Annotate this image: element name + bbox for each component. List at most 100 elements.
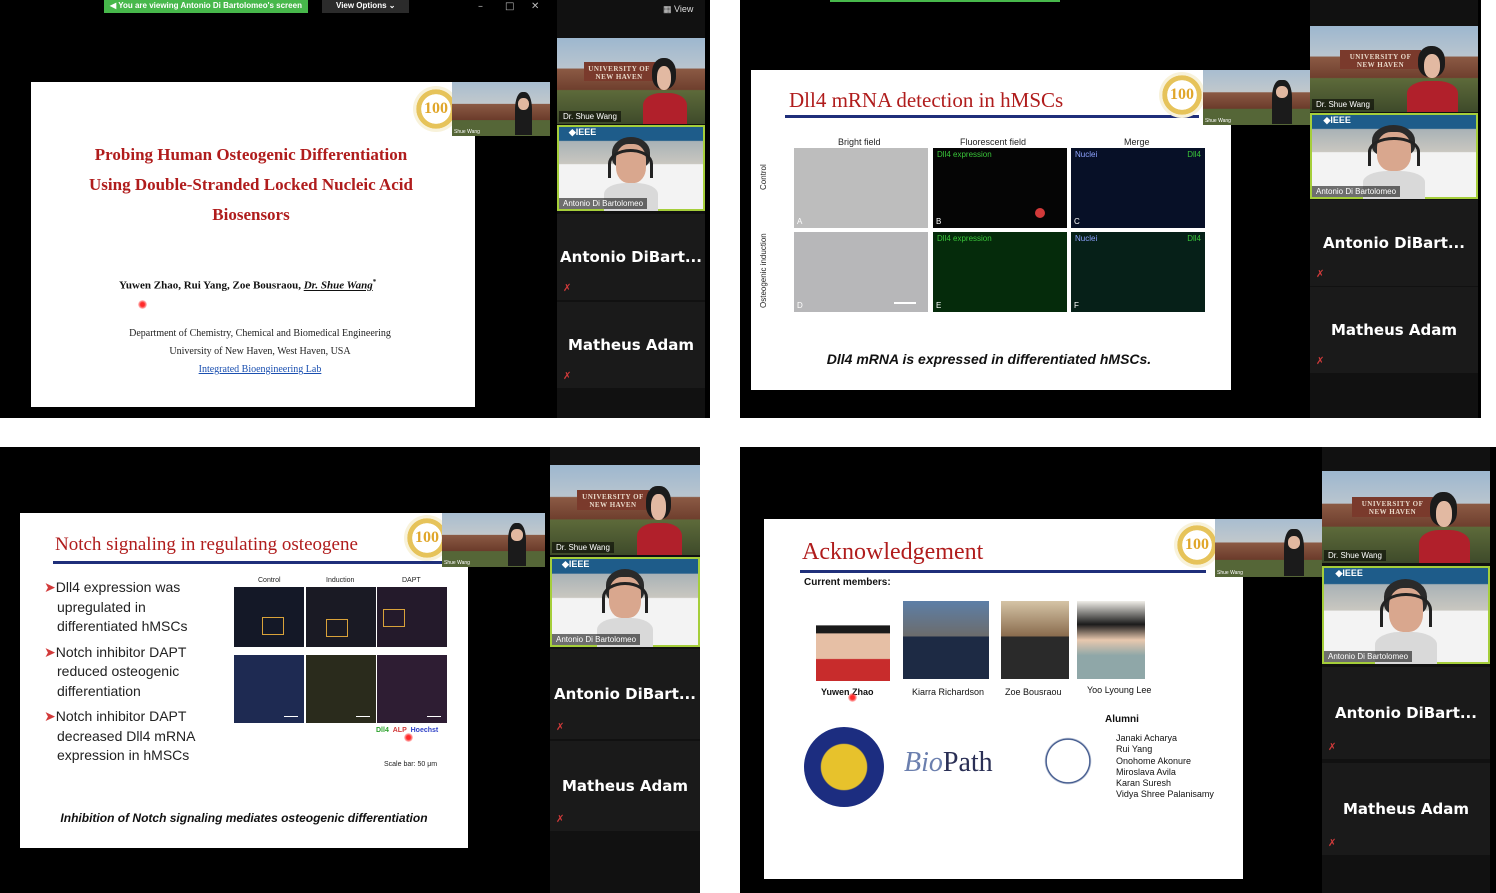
participant-name: Antonio DiBart... (1335, 704, 1477, 722)
shared-slide: 100 Probing Human Osteogenic Differentia… (31, 82, 475, 407)
microphone-muted-icon: ✗ (556, 814, 565, 825)
participant-tile-antonio-name[interactable]: Antonio DiBart... ✗ (1322, 667, 1490, 759)
alumni-name: Onohome Akonure (1116, 755, 1192, 766)
participant-name: Dr. Shue Wang (552, 542, 614, 553)
participant-name: Dr. Shue Wang (1324, 550, 1386, 561)
alumni-name: Rui Yang (1116, 744, 1153, 755)
participant-video-shue-wang[interactable]: UNIVERSITY OF NEW HAVEN Dr. Shue Wang (1310, 26, 1478, 112)
presenter-pip-video: Shue Wang (442, 513, 545, 567)
quadrant-2: Dll4 mRNA detection in hMSCs 100 Bright … (740, 0, 1481, 418)
participant-name: Antonio DiBart... (560, 248, 702, 266)
micrograph-control-low (234, 587, 304, 647)
participant-video-antonio[interactable]: ◆IEEE Antonio Di Bartolomeo (550, 557, 700, 647)
legend-dll4: Dll4 (376, 727, 389, 734)
participant-video-antonio[interactable]: ◆IEEE Antonio Di Bartolomeo (1310, 113, 1478, 199)
participant-video-shue-wang[interactable]: UNIVERSITY OF NEW HAVEN Dr. Shue Wang (1322, 471, 1490, 563)
member-name: Zoe Bousraou (1005, 687, 1062, 697)
member-photo (903, 601, 989, 679)
view-options-button[interactable]: View Options ⌄ (322, 0, 410, 13)
participant-tile-matheus[interactable]: Matheus Adam ✗ (1322, 763, 1490, 855)
participant-name: Matheus Adam (1343, 800, 1469, 818)
micrograph-a: A (794, 148, 928, 228)
member-name: Kiarra Richardson (912, 687, 985, 697)
participant-name: Matheus Adam (568, 336, 694, 354)
bullet-arrow-icon: ➤ (44, 643, 56, 660)
corresponding-mark: * (372, 278, 377, 286)
col-header-bright: Bright field (838, 137, 881, 147)
img-header-induction: Induction (326, 577, 355, 584)
participant-video-antonio[interactable]: ◆IEEE Antonio Di Bartolomeo (557, 125, 705, 211)
legend-alp: ALP (392, 727, 407, 734)
participant-tile-matheus[interactable]: Matheus Adam ✗ (1310, 287, 1478, 373)
participant-video-antonio[interactable]: ◆IEEE Antonio Di Bartolomeo (1322, 566, 1490, 664)
panel-letter: B (936, 217, 942, 226)
close-icon[interactable]: ✕ (531, 1, 539, 12)
alumni-name: Janaki Acharya (1116, 733, 1178, 743)
slide-title: Acknowledgement (802, 539, 984, 565)
biopath-bio: Bio (904, 747, 943, 778)
participant-name: Dr. Shue Wang (559, 111, 621, 122)
row-label-induction: Osteogenic induction (759, 233, 768, 308)
participant-name: Matheus Adam (562, 777, 688, 795)
microphone-muted-icon: ✗ (1328, 742, 1337, 753)
alumni-label: Alumni (1105, 714, 1139, 725)
video-gallery: UNIVERSITY OF NEW HAVEN Dr. Shue Wang ◆IE… (550, 447, 700, 893)
participant-name: Antonio Di Bartolomeo (1324, 651, 1413, 662)
pip-name: Shue Wang (444, 560, 470, 566)
bullet-line: expression in hMSCs (57, 747, 190, 763)
participant-video-shue-wang[interactable]: UNIVERSITY OF NEW HAVEN Dr. Shue Wang (550, 465, 700, 555)
affiliation-department: Department of Chemistry, Chemical and Bi… (129, 328, 391, 339)
pip-name: Shue Wang (454, 129, 480, 135)
micrograph-f: Nuclei Dll4 F (1071, 232, 1205, 312)
participant-name: Antonio Di Bartolomeo (552, 634, 641, 645)
panel-letter: D (797, 301, 803, 310)
authors-list: Yuwen Zhao, Rui Yang, Zoe Bousraou, (119, 279, 304, 292)
microphone-muted-icon: ✗ (1328, 838, 1337, 849)
bullet-line: upregulated in (57, 598, 146, 615)
micrograph-e: Dll4 expression E (933, 232, 1067, 312)
title-rule (785, 115, 1199, 118)
bullet-line: reduced osteogenic (57, 663, 180, 679)
slide-caption: Inhibition of Notch signaling mediates o… (60, 811, 428, 825)
micrograph-d: D (794, 232, 928, 312)
title-line-1: Probing Human Osteogenic Differentiation (94, 145, 408, 164)
participant-tile-antonio-name[interactable]: Antonio DiBart... ✗ (557, 214, 705, 300)
member-photo (1077, 601, 1145, 679)
alumni-list: Janaki Acharya Rui Yang Onohome Akonure … (1116, 733, 1214, 801)
participant-tile-antonio-name[interactable]: Antonio DiBart... ✗ (550, 649, 700, 739)
participant-video-shue-wang[interactable]: UNIVERSITY OF NEW HAVEN Dr. Shue Wang (557, 38, 705, 124)
minimize-icon[interactable]: – (478, 1, 483, 12)
lab-link[interactable]: Integrated Bioengineering Lab (31, 361, 475, 379)
slide-title: Notch signaling in regulating osteogene (55, 534, 358, 555)
participant-tile-matheus[interactable]: Matheus Adam ✗ (550, 741, 700, 831)
panel-letter: C (1074, 217, 1080, 226)
screen-share-banner (830, 0, 1060, 2)
bullet-arrow-icon: ➤ (44, 579, 56, 595)
bullet-line: differentiation (57, 682, 141, 699)
participant-name: Antonio DiBart... (1323, 234, 1465, 252)
corresponding-author[interactable]: Dr. Shue Wang (304, 280, 373, 292)
red-marker (1035, 208, 1045, 218)
screen-share-banner[interactable]: ◀ You are viewing Antonio Di Bartolomeo'… (104, 0, 308, 13)
participant-tile-antonio-name[interactable]: Antonio DiBart... ✗ (1310, 200, 1478, 286)
current-members-label: Current members: (804, 577, 891, 588)
pip-name: Shue Wang (1205, 118, 1231, 124)
maximize-icon[interactable]: □ (505, 1, 514, 12)
presenter-pip-video: Shue Wang (1215, 519, 1323, 577)
logo-text: 100 (415, 529, 439, 546)
chevron-down-icon: ⌄ (388, 1, 396, 10)
scale-bar-label: Scale bar: 50 μm (384, 761, 438, 768)
bullet-1: ➤Dll4 expression was upregulated in differ… (44, 578, 196, 637)
panel-stain-label-2: Dll4 (1187, 150, 1201, 159)
bullet-line: Dll4 expression was (55, 579, 181, 595)
bullet-line: decreased Dll4 mRNA (57, 727, 196, 744)
micrograph-c: Nuclei Dll4 C (1071, 148, 1205, 228)
presenter-pip-video: Shue Wang (452, 82, 550, 136)
participant-tile-matheus[interactable]: Matheus Adam ✗ (557, 302, 705, 388)
unh-seal (1036, 729, 1100, 793)
bullet-2: ➤Notch inhibitor DAPT reduced osteogenic d… (44, 643, 196, 702)
grid-view-button[interactable]: ▦ View (663, 4, 693, 15)
participant-name: Antonio Di Bartolomeo (1312, 186, 1401, 197)
title-line-3: Biosensors (212, 205, 290, 224)
video-gallery: UNIVERSITY OF NEW HAVEN Dr. Shue Wang ◆IE… (1310, 0, 1478, 418)
